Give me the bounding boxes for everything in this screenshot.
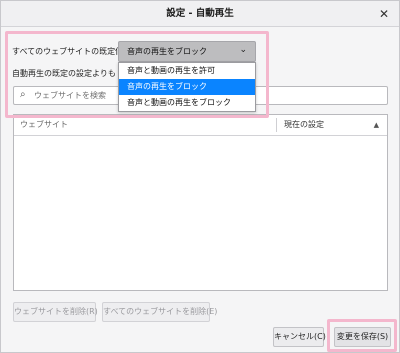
autoplay-info-text: 自動再生の既定の設定よりも [12, 69, 116, 78]
sort-ascending-icon[interactable]: ▲ [374, 121, 379, 129]
autoplay-settings-dialog: 設定 - 自動再生 ✕ すべてのウェブサイトの既定値: 音声の再生をブロック ⌄… [0, 0, 400, 353]
dialog-title: 設定 - 自動再生 [166, 8, 234, 19]
website-table: ウェブサイト 現在の設定 ▲ [13, 114, 388, 291]
default-setting-dropdown: 音声と動画の再生を許可 音声の再生をブロック 音声と動画の再生をブロック [118, 62, 256, 112]
table-header: ウェブサイト 現在の設定 ▲ [14, 115, 387, 136]
option-block-audio[interactable]: 音声の再生をブロック [119, 79, 255, 95]
option-allow-audio-video[interactable]: 音声と動画の再生を許可 [119, 63, 255, 79]
default-setting-select[interactable]: 音声の再生をブロック ⌄ [118, 41, 256, 62]
column-header-website[interactable]: ウェブサイト [20, 115, 68, 135]
option-block-audio-video[interactable]: 音声と動画の再生をブロック [119, 95, 255, 111]
default-setting-label: すべてのウェブサイトの既定値: [12, 47, 126, 56]
chevron-down-icon: ⌄ [239, 45, 247, 55]
default-setting-value: 音声の再生をブロック [127, 47, 207, 56]
cancel-button[interactable]: キャンセル(C) [273, 327, 326, 347]
column-divider [276, 118, 277, 132]
remove-website-button[interactable]: ウェブサイトを削除(R) [13, 302, 98, 322]
remove-all-websites-button[interactable]: すべてのウェブサイトを削除(E) [102, 302, 217, 322]
column-header-status[interactable]: 現在の設定 [284, 115, 324, 135]
title-bar: 設定 - 自動再生 ✕ [1, 1, 399, 27]
search-icon: ⌕ [20, 89, 26, 100]
close-icon[interactable]: ✕ [375, 5, 393, 23]
save-changes-button[interactable]: 変更を保存(S) [334, 327, 391, 347]
